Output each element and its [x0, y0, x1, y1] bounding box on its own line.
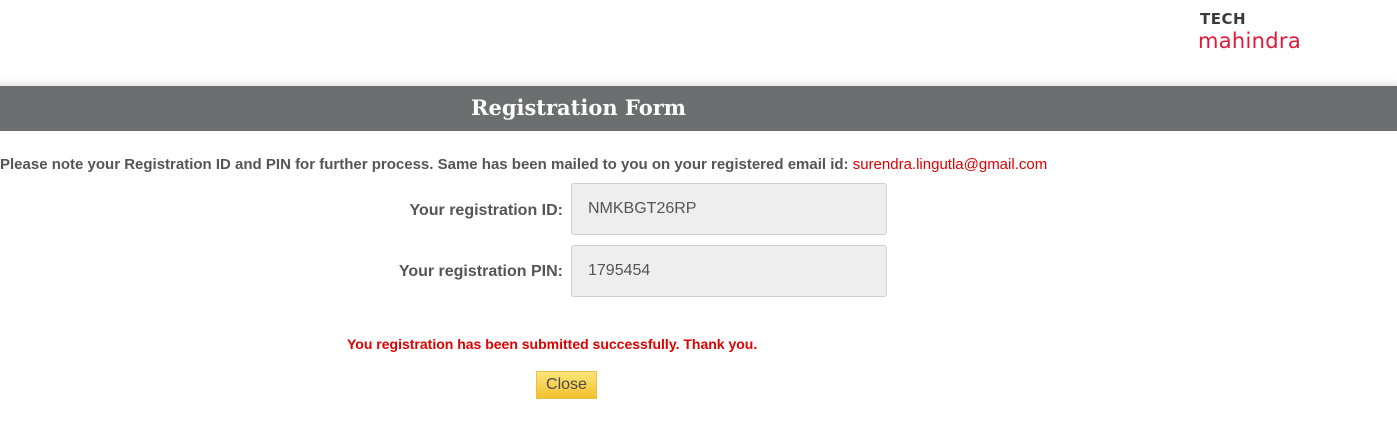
registration-pin-field[interactable]: 1795454	[571, 245, 887, 297]
page-title: Registration Form	[471, 95, 686, 120]
tech-mahindra-logo: TECH mahindra	[1198, 9, 1358, 57]
header-divider	[0, 78, 1397, 86]
registration-pin-label: Your registration PIN:	[398, 263, 563, 280]
top-header: TECH mahindra	[0, 0, 1397, 78]
success-message: You registration has been submitted succ…	[347, 336, 758, 352]
registration-id-label: Your registration ID:	[409, 202, 564, 219]
close-button[interactable]: Close	[536, 371, 597, 399]
registered-email: surendra.lingutla@gmail.com	[852, 156, 1048, 173]
logo-line-mahindra: mahindra	[1198, 29, 1302, 53]
registration-id-field[interactable]: NMKBGT26RP	[571, 183, 887, 235]
notice-message: Please note your Registration ID and PIN…	[0, 156, 1047, 174]
notice-text: Please note your Registration ID and PIN…	[0, 156, 853, 173]
registration-pin-value: 1795454	[588, 262, 651, 279]
registration-confirmation-page: TECH mahindra Registration Form Please n…	[0, 0, 1397, 440]
logo-line-tech: TECH	[1200, 10, 1247, 28]
registration-id-value: NMKBGT26RP	[588, 200, 697, 217]
title-bar	[0, 86, 1397, 131]
